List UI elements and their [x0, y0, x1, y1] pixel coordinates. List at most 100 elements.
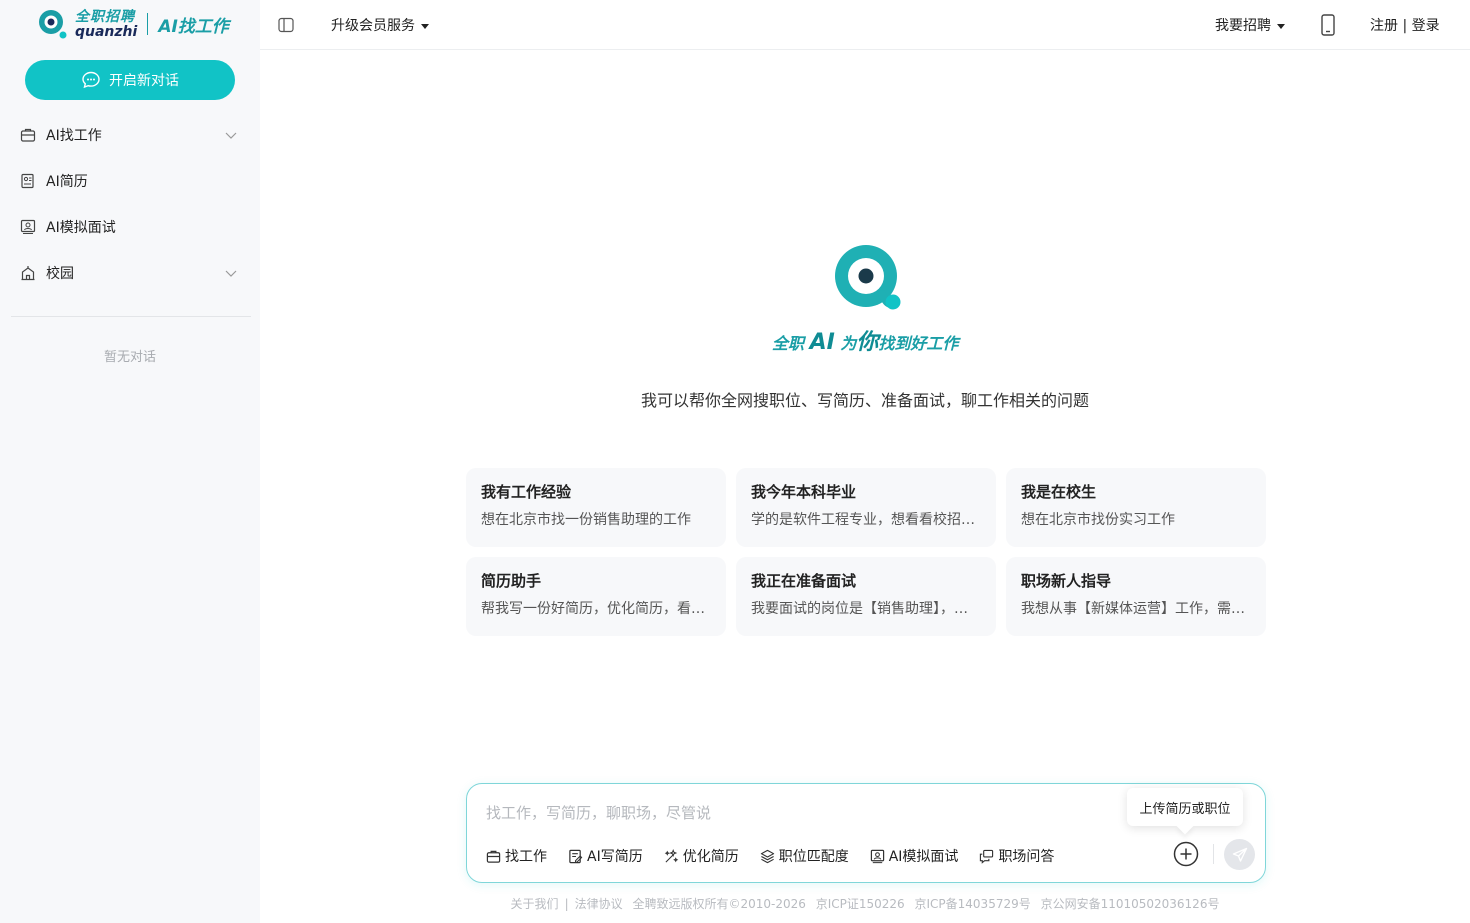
new-chat-button[interactable]: 开启新对话: [25, 60, 235, 100]
card-title: 职场新人指导: [1021, 572, 1112, 590]
sidebar-item-campus[interactable]: 校园: [0, 250, 260, 296]
suggestion-card[interactable]: 简历助手 帮我写一份好简历，优化简历，看…: [466, 557, 726, 636]
slogan-prefix: 全职: [772, 334, 805, 353]
sidebar-divider: [11, 316, 251, 317]
logo-cn-text: 全职招聘: [75, 8, 135, 25]
chat-input[interactable]: [486, 802, 1126, 826]
page-footer: 关于我们 | 法律协议 全聘致远版权所有©2010-2026 京ICP证150226…: [260, 895, 1470, 912]
card-desc: 学的是软件工程专业，想看看校招…: [751, 512, 975, 528]
tool-optimize-resume-button[interactable]: 优化简历: [664, 846, 739, 866]
top-header: 升级会员服务 我要招聘 注册 | 登录: [260, 0, 1470, 50]
card-desc: 我想从事【新媒体运营】工作，需…: [1021, 601, 1245, 617]
recruit-dropdown[interactable]: 我要招聘: [1215, 15, 1285, 35]
suggestion-cards: 我有工作经验 想在北京市找一份销售助理的工作 我今年本科毕业 学的是软件工程专业…: [466, 468, 1266, 636]
card-title: 我正在准备面试: [751, 572, 857, 590]
interview-icon: [870, 849, 885, 864]
suggestion-card[interactable]: 我有工作经验 想在北京市找一份销售助理的工作: [466, 468, 726, 547]
slogan-rest: 找到好工作: [878, 334, 959, 353]
card-desc: 想在北京市找一份销售助理的工作: [481, 512, 691, 528]
icp-license-text[interactable]: 京ICP证150226: [816, 897, 905, 911]
auth-links: 注册 | 登录: [1370, 15, 1440, 35]
magic-wand-icon: [664, 848, 679, 864]
chevron-down-icon[interactable]: [224, 128, 238, 142]
recruit-label: 我要招聘: [1215, 18, 1271, 34]
hero-tagline: 我可以帮你全网搜职位、写简历、准备面试，聊工作相关的问题: [640, 391, 1089, 410]
upgrade-membership-dropdown[interactable]: 升级会员服务: [331, 15, 429, 35]
sidebar-item-ai-resume[interactable]: AI简历: [0, 158, 260, 204]
legal-link[interactable]: 法律协议: [575, 897, 623, 911]
logo-ai-text: AI找工作: [158, 16, 229, 37]
card-title: 我是在校生: [1021, 483, 1097, 501]
slogan-ai: AI: [809, 330, 835, 355]
suggestion-card[interactable]: 我是在校生 想在北京市找份实习工作: [1006, 468, 1266, 547]
sidebar-item-ai-interview[interactable]: AI模拟面试: [0, 204, 260, 250]
slogan-for: 为: [840, 334, 857, 353]
hero-logo-icon: [835, 245, 901, 310]
logo-divider: [147, 13, 149, 35]
card-title: 我有工作经验: [481, 483, 572, 501]
about-link[interactable]: 关于我们: [511, 897, 559, 911]
resume-icon: [20, 173, 36, 189]
composer-tools: 找工作 AI写简历 优化简历 职位匹配度 AI模拟面试 职场问答: [486, 846, 1054, 866]
sidebar-item-label: AI找工作: [46, 128, 102, 144]
sidebar-item-label: AI简历: [46, 174, 88, 190]
tool-write-resume-button[interactable]: AI写简历: [568, 846, 643, 866]
briefcase-icon: [20, 127, 36, 143]
interview-icon: [20, 219, 36, 235]
upgrade-label: 升级会员服务: [331, 18, 415, 34]
chat-icon: [979, 849, 994, 864]
tool-mock-interview-button[interactable]: AI模拟面试: [870, 846, 959, 866]
tool-job-match-button[interactable]: 职位匹配度: [760, 846, 849, 866]
slogan-you: 你: [856, 330, 879, 355]
upload-tooltip: 上传简历或职位: [1127, 788, 1243, 826]
suggestion-card[interactable]: 我今年本科毕业 学的是软件工程专业，想看看校招…: [736, 468, 996, 547]
empty-history-text: 暂无对话: [103, 350, 156, 365]
caret-down-icon: [1277, 23, 1285, 29]
tool-find-job-button[interactable]: 找工作: [486, 846, 547, 866]
card-desc: 帮我写一份好简历，优化简历，看…: [481, 601, 705, 617]
login-link[interactable]: 登录: [1412, 18, 1440, 34]
tool-label: 找工作: [505, 849, 547, 865]
caret-down-icon: [421, 23, 429, 29]
chevron-down-icon[interactable]: [224, 266, 238, 280]
card-desc: 想在北京市找份实习工作: [1021, 512, 1175, 528]
sidebar-item-label: AI模拟面试: [46, 220, 116, 236]
tool-label: AI模拟面试: [888, 849, 959, 865]
auth-separator: |: [1402, 18, 1408, 34]
footer-separator: |: [564, 897, 569, 911]
tool-career-qa-button[interactable]: 职场问答: [979, 846, 1054, 866]
chat-bubble-icon: [82, 71, 100, 89]
new-chat-label: 开启新对话: [109, 73, 179, 89]
layers-icon: [760, 849, 775, 864]
sidebar-item-ai-job[interactable]: AI找工作: [0, 112, 260, 158]
tool-label: 职场问答: [998, 849, 1055, 865]
tool-label: 优化简历: [682, 849, 739, 865]
card-title: 我今年本科毕业: [751, 483, 857, 501]
resume-write-icon: [568, 849, 583, 864]
logo-en-text: quanzhi: [75, 23, 138, 40]
card-desc: 我要面试的岗位是【销售助理】，…: [751, 601, 968, 617]
suggestion-card[interactable]: 职场新人指导 我想从事【新媒体运营】工作，需…: [1006, 557, 1266, 636]
copyright-text: 全聘致远版权所有©2010-2026: [632, 897, 806, 911]
sidebar-nav: AI找工作 AI简历 AI模拟面试 校园: [0, 112, 260, 296]
brand-logo-icon: [39, 10, 67, 39]
tool-label: 职位匹配度: [778, 849, 849, 865]
sidebar-toggle-icon[interactable]: [278, 17, 294, 33]
campus-icon: [20, 265, 36, 281]
brand-logo[interactable]: 全职招聘 quanzhi AI找工作: [37, 8, 229, 40]
send-icon: [1232, 847, 1247, 862]
card-title: 简历助手: [481, 572, 542, 590]
sidebar: 全职招聘 quanzhi AI找工作 开启新对话 AI找工作 AI简历 AI模拟…: [0, 0, 260, 923]
briefcase-icon: [486, 849, 501, 864]
register-link[interactable]: 注册: [1370, 18, 1398, 34]
mobile-phone-icon[interactable]: [1321, 14, 1335, 36]
sidebar-item-label: 校园: [46, 266, 74, 282]
upload-plus-icon[interactable]: [1173, 841, 1199, 867]
hero-slogan: 全职 AI 为你找到好工作: [772, 324, 962, 355]
suggestion-card[interactable]: 我正在准备面试 我要面试的岗位是【销售助理】，…: [736, 557, 996, 636]
police-record-text[interactable]: 京公网安备11010502036126号: [1041, 897, 1220, 911]
tool-label: AI写简历: [587, 849, 643, 865]
send-button[interactable]: [1224, 839, 1255, 870]
composer-divider: [1213, 844, 1214, 864]
icp-record-text[interactable]: 京ICP备14035729号: [915, 897, 1031, 911]
